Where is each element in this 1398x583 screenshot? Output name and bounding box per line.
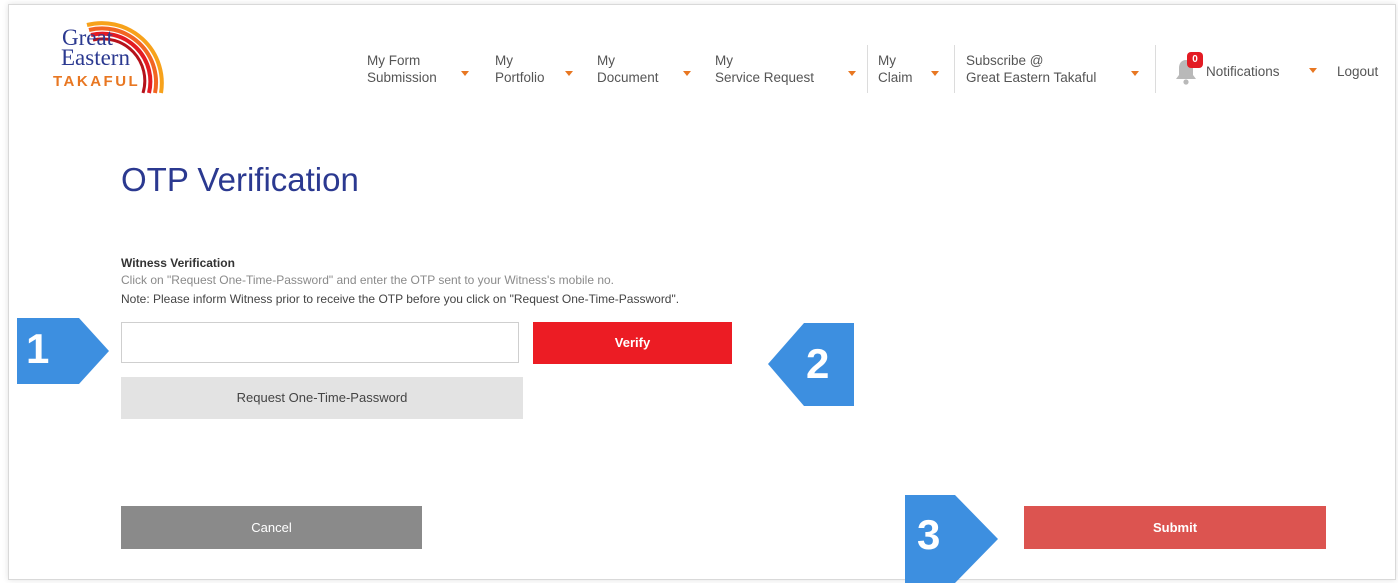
nav-my-form-submission[interactable]: My Form Submission — [367, 52, 437, 86]
nav-divider — [867, 45, 868, 93]
nav-item-line2: Claim — [878, 70, 913, 85]
request-otp-button[interactable]: Request One-Time-Password — [121, 377, 523, 419]
callout-marker-1: 1 — [17, 318, 109, 384]
witness-note: Note: Please inform Witness prior to rec… — [121, 292, 680, 306]
chevron-down-icon[interactable] — [1309, 68, 1317, 73]
chevron-down-icon[interactable] — [931, 71, 939, 76]
callout-marker-2: 2 — [768, 323, 854, 406]
callout-number: 2 — [806, 340, 830, 387]
nav-item-line1: My — [715, 53, 733, 68]
notification-count-badge: 0 — [1187, 52, 1203, 68]
brand-logo[interactable]: Great Eastern TAKAFUL — [49, 19, 169, 99]
chevron-down-icon[interactable] — [1131, 71, 1139, 76]
nav-my-claim[interactable]: My Claim — [878, 52, 913, 86]
nav-my-portfolio[interactable]: My Portfolio — [495, 52, 545, 86]
app-window: Great Eastern TAKAFUL My Form Submission… — [8, 4, 1396, 580]
nav-item-line2: Document — [597, 70, 659, 85]
nav-my-document[interactable]: My Document — [597, 52, 659, 86]
brand-name-line2: Eastern — [61, 45, 130, 70]
cancel-button[interactable]: Cancel — [121, 506, 422, 549]
nav-item-line1: My — [495, 53, 513, 68]
nav-item-line2: Great Eastern Takaful — [966, 70, 1097, 85]
callout-number: 1 — [26, 325, 50, 372]
chevron-down-icon[interactable] — [565, 71, 573, 76]
nav-item-line1: My — [878, 53, 896, 68]
nav-my-service-request[interactable]: My Service Request — [715, 52, 814, 86]
callout-marker-3: 3 — [905, 495, 998, 583]
witness-instruction: Click on "Request One-Time-Password" and… — [121, 273, 615, 287]
otp-input[interactable] — [121, 322, 519, 363]
nav-item-line2: Portfolio — [495, 70, 545, 85]
chevron-down-icon[interactable] — [683, 71, 691, 76]
nav-logout[interactable]: Logout — [1337, 63, 1378, 80]
nav-item-line2: Service Request — [715, 70, 815, 85]
brand-name-line3: TAKAFUL — [53, 73, 141, 90]
witness-section-title: Witness Verification — [121, 256, 235, 270]
nav-notifications[interactable]: Notifications — [1206, 63, 1280, 80]
page-title: OTP Verification — [121, 161, 359, 198]
nav-subscribe[interactable]: Subscribe @ Great Eastern Takaful — [966, 52, 1096, 86]
nav-divider — [1155, 45, 1156, 93]
nav-item-line1: Subscribe @ — [966, 53, 1044, 68]
submit-button[interactable]: Submit — [1024, 506, 1326, 549]
verify-button[interactable]: Verify — [533, 322, 732, 364]
callout-number: 3 — [917, 511, 941, 558]
nav-item-line1: My Form — [367, 53, 421, 68]
chevron-down-icon[interactable] — [461, 71, 469, 76]
chevron-down-icon[interactable] — [848, 71, 856, 76]
nav-item-line1: My — [597, 53, 615, 68]
nav-divider — [954, 45, 955, 93]
nav-item-line2: Submission — [367, 70, 437, 85]
